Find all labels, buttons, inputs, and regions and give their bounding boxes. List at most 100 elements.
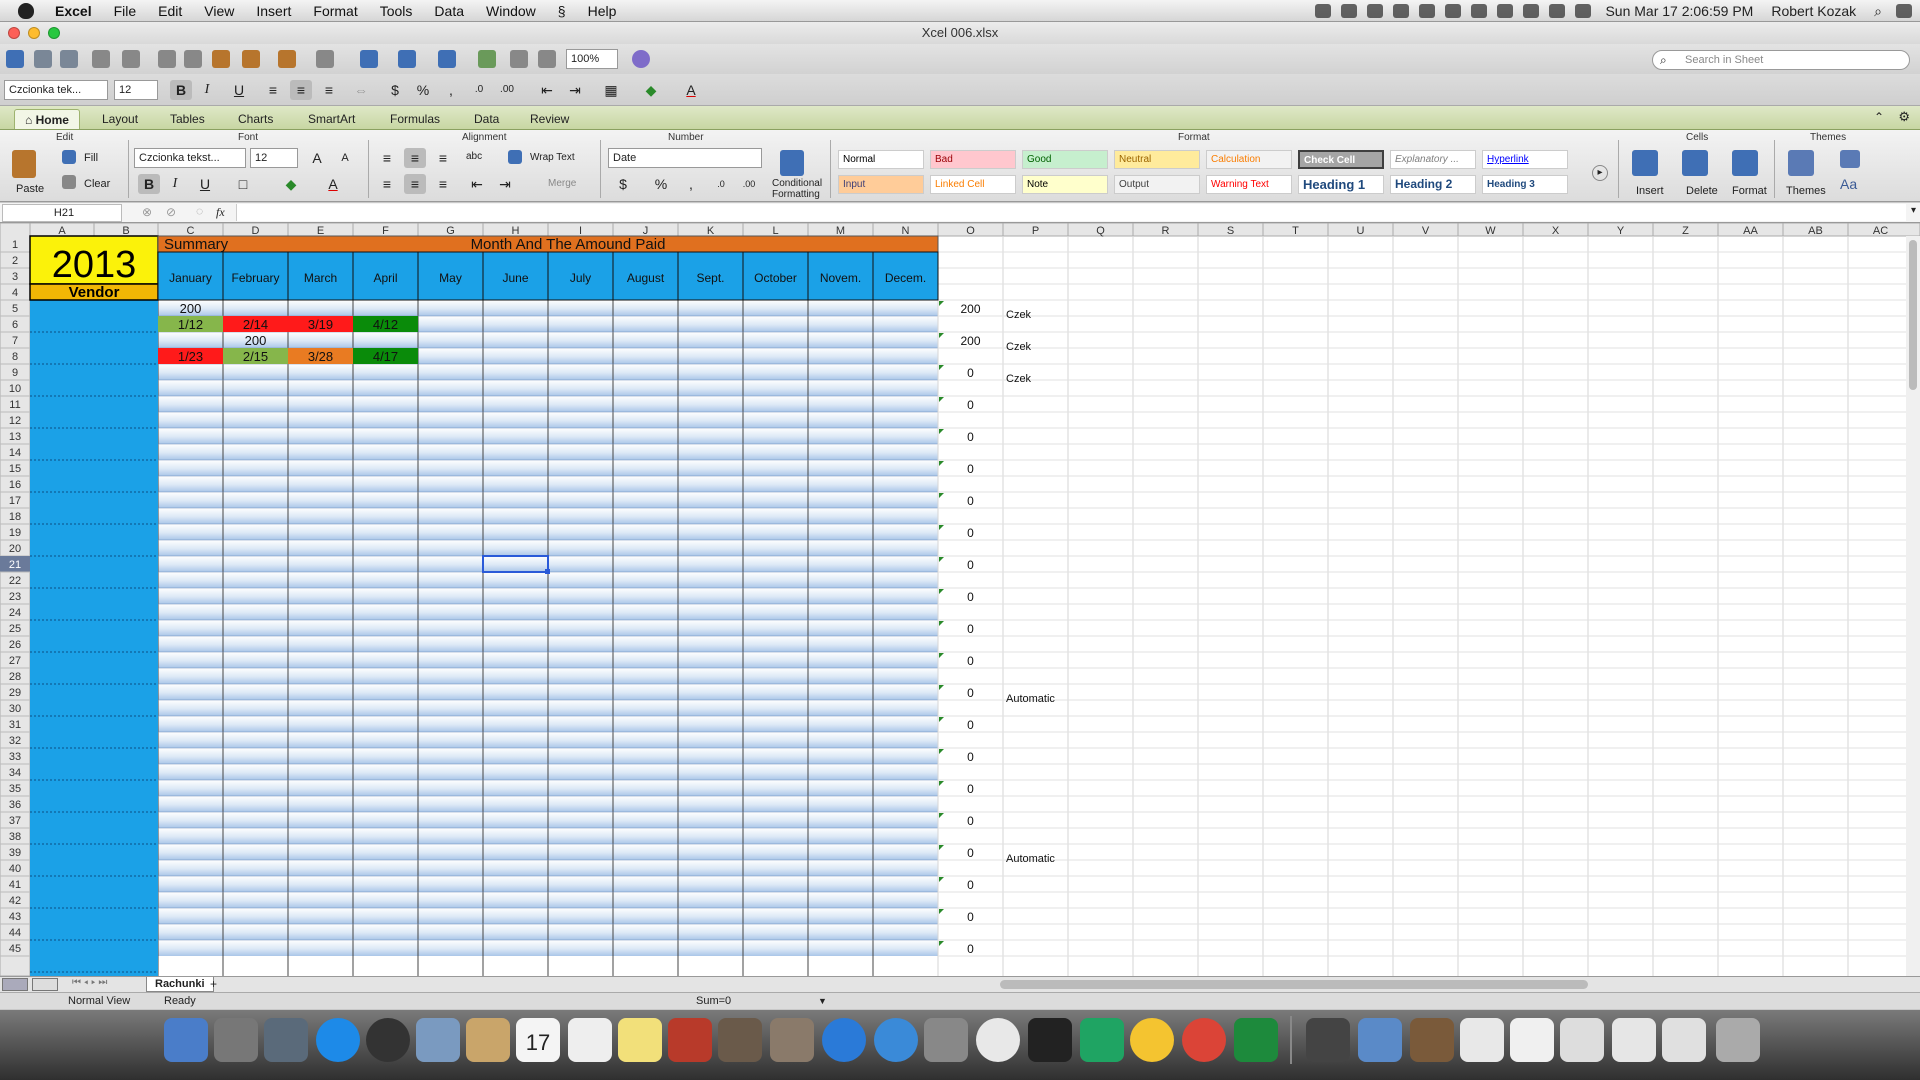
window-thumb-3-icon[interactable] xyxy=(1560,1018,1604,1062)
style-swatch[interactable]: Good xyxy=(1022,150,1108,169)
close-icon[interactable] xyxy=(8,27,20,39)
cut-icon[interactable] xyxy=(158,50,176,68)
system-preferences-icon[interactable] xyxy=(924,1018,968,1062)
column-header-f[interactable]: F xyxy=(382,225,389,237)
fx-icon[interactable]: fx xyxy=(216,205,225,220)
tab-formulas[interactable]: Formulas xyxy=(380,109,450,129)
dvd-burn-icon[interactable] xyxy=(976,1018,1020,1062)
style-swatch[interactable]: Output xyxy=(1114,175,1200,194)
show-hide-icon[interactable] xyxy=(510,50,528,68)
style-swatch[interactable]: Note xyxy=(1022,175,1108,194)
menu-insert[interactable]: Insert xyxy=(245,3,302,19)
templates-icon[interactable] xyxy=(34,50,52,68)
open-icon[interactable] xyxy=(60,50,78,68)
tab-tables[interactable]: Tables xyxy=(160,109,215,129)
style-swatch[interactable]: Heading 3 xyxy=(1482,175,1568,194)
style-swatch[interactable]: Bad xyxy=(930,150,1016,169)
add-sheet-icon[interactable]: + xyxy=(210,977,217,991)
tab-data[interactable]: Data xyxy=(464,109,509,129)
status-icon-1[interactable] xyxy=(1315,4,1332,18)
spreadsheet-grid[interactable]: A B C D E F G H I J K L M N O P Q R S T U V W X Y Z AA AB AC 1 2 3 4 5 6 7 8… xyxy=(0,223,1920,976)
column-header-v[interactable]: V xyxy=(1422,225,1430,237)
redo-icon[interactable] xyxy=(316,50,334,68)
name-box[interactable]: H21 xyxy=(2,204,122,222)
launchpad-icon[interactable] xyxy=(214,1018,258,1062)
facetime-icon[interactable] xyxy=(1028,1018,1072,1062)
font-color-icon[interactable]: A xyxy=(680,80,702,100)
help-icon[interactable] xyxy=(632,50,650,68)
documents-stack-icon[interactable] xyxy=(1410,1018,1454,1062)
menu-help[interactable]: Help xyxy=(577,3,628,19)
vertical-scrollbar-thumb[interactable] xyxy=(1909,240,1917,390)
confirm-entry-icon[interactable]: ⊘ xyxy=(166,205,176,219)
style-swatch[interactable]: Normal xyxy=(838,150,924,169)
indent-icon[interactable]: ⇥ xyxy=(564,80,586,100)
menu-user[interactable]: Robert Kozak xyxy=(1762,3,1865,19)
trash-icon[interactable] xyxy=(1716,1018,1760,1062)
align-center-icon[interactable]: ≡ xyxy=(290,80,312,100)
sheet-nav-arrows-icon[interactable]: ⏮ ◂ ▸ ⏭ xyxy=(72,977,107,988)
insert-button[interactable]: Insert xyxy=(1636,185,1664,197)
status-icon-4[interactable] xyxy=(1393,4,1410,18)
column-header-w[interactable]: W xyxy=(1485,225,1496,237)
folder-icon[interactable] xyxy=(1306,1018,1350,1062)
tab-review[interactable]: Review xyxy=(520,109,579,129)
volume-icon[interactable] xyxy=(1549,4,1566,18)
filter-icon[interactable] xyxy=(438,50,456,68)
fill-handle[interactable] xyxy=(545,569,550,574)
percent-icon[interactable]: % xyxy=(412,80,434,100)
cancel-entry-icon[interactable]: ⊗ xyxy=(142,205,152,219)
chrome-icon[interactable] xyxy=(1182,1018,1226,1062)
save-icon[interactable] xyxy=(92,50,110,68)
safari-icon[interactable] xyxy=(874,1018,918,1062)
formula-input[interactable] xyxy=(236,204,1906,221)
column-header-e[interactable]: E xyxy=(317,225,324,237)
search-input[interactable]: Search in Sheet xyxy=(1652,50,1910,70)
theme-fonts-button[interactable]: Aa xyxy=(1840,176,1857,192)
horizontal-scrollbar[interactable] xyxy=(1000,980,1588,989)
sum-label[interactable]: Sum=0 xyxy=(696,993,731,1009)
menu-format[interactable]: Format xyxy=(302,3,368,19)
column-header-m[interactable]: M xyxy=(836,225,845,237)
merge-icon[interactable]: ⇔ xyxy=(350,80,372,100)
google-drive-icon[interactable] xyxy=(1080,1018,1124,1062)
spotlight-icon[interactable]: ⌕ xyxy=(1865,3,1891,20)
page-layout-view-icon[interactable] xyxy=(32,978,58,991)
new-icon[interactable] xyxy=(6,50,24,68)
sort-icon[interactable] xyxy=(398,50,416,68)
format-button[interactable]: Format xyxy=(1732,185,1767,197)
menu-app-excel[interactable]: Excel xyxy=(44,3,103,19)
photos-icon[interactable] xyxy=(264,1018,308,1062)
status-icon-3[interactable] xyxy=(1367,4,1384,18)
reminders-icon[interactable] xyxy=(568,1018,612,1062)
sheet-tab-rachunki[interactable]: Rachunki xyxy=(146,977,214,992)
column-header-k[interactable]: K xyxy=(707,225,715,237)
iphoto-icon[interactable] xyxy=(770,1018,814,1062)
weather-icon[interactable] xyxy=(1130,1018,1174,1062)
tab-home[interactable]: ⌂ Home xyxy=(14,109,80,129)
window-thumb-5-icon[interactable] xyxy=(1662,1018,1706,1062)
themes-button[interactable]: Themes xyxy=(1786,185,1826,197)
tab-smartart[interactable]: SmartArt xyxy=(298,109,365,129)
column-header-s[interactable]: S xyxy=(1227,225,1234,237)
apple-icon[interactable] xyxy=(18,2,34,19)
style-swatch[interactable]: Calculation xyxy=(1206,150,1292,169)
app-store-icon[interactable] xyxy=(316,1018,360,1062)
column-header-q[interactable]: Q xyxy=(1096,225,1105,237)
theme-colors-icon[interactable] xyxy=(1840,150,1860,168)
increase-decimal-icon[interactable]: .0 xyxy=(468,80,490,100)
style-swatch[interactable]: Warning Text xyxy=(1206,175,1292,194)
menu-view[interactable]: View xyxy=(193,3,245,19)
bluetooth-icon[interactable] xyxy=(1471,4,1488,18)
format-cells-icon[interactable] xyxy=(1732,150,1758,176)
undo-icon[interactable] xyxy=(278,50,296,68)
menu-data[interactable]: Data xyxy=(423,3,475,19)
window-thumb-2-icon[interactable] xyxy=(1510,1018,1554,1062)
column-header-p[interactable]: P xyxy=(1032,225,1039,237)
style-swatch[interactable]: Explanatory ... xyxy=(1390,150,1476,169)
styles-more-icon[interactable]: ▸ xyxy=(1592,165,1608,181)
menu-tools[interactable]: Tools xyxy=(369,3,424,19)
column-header-b[interactable]: B xyxy=(122,225,129,237)
font-name-select[interactable]: Czcionka tek... xyxy=(4,80,108,100)
ribbon-settings-icon[interactable]: ⚙ xyxy=(1898,109,1910,125)
